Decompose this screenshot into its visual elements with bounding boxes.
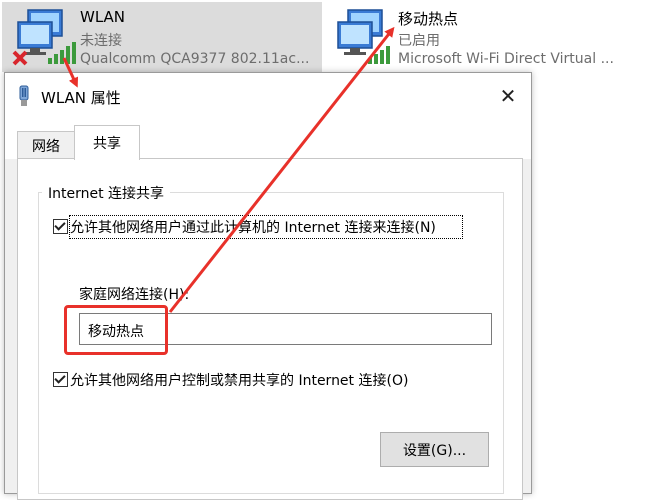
annotation-arrows xyxy=(62,26,395,313)
tab-sharing[interactable]: 共享 xyxy=(74,125,140,160)
annotation-arrow xyxy=(62,57,79,88)
annotation-arrow xyxy=(168,26,395,313)
